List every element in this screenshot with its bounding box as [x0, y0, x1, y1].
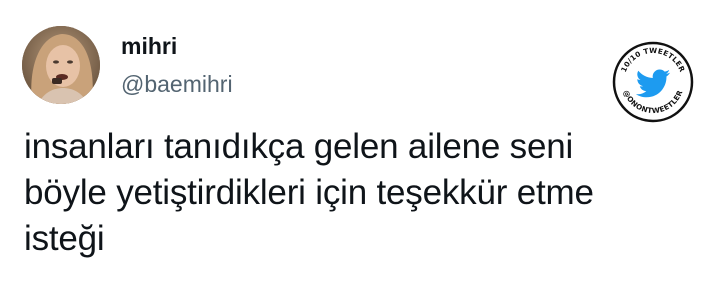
avatar[interactable] — [22, 26, 100, 104]
display-name[interactable]: mihri — [121, 32, 177, 60]
avatar-photo — [22, 26, 100, 104]
watermark-badge: 10/10 TWEETLER @ONONTWEETLER — [612, 41, 694, 123]
watermark-seal: 10/10 TWEETLER @ONONTWEETLER — [612, 41, 694, 123]
user-handle[interactable]: @baemihri — [121, 70, 233, 98]
tweet-text: insanları tanıdıkça gelen ailene seni bö… — [24, 127, 594, 258]
tweet-card: mihri @baemihri 10/10 TWEETLER @ONONTWEE… — [0, 0, 727, 305]
